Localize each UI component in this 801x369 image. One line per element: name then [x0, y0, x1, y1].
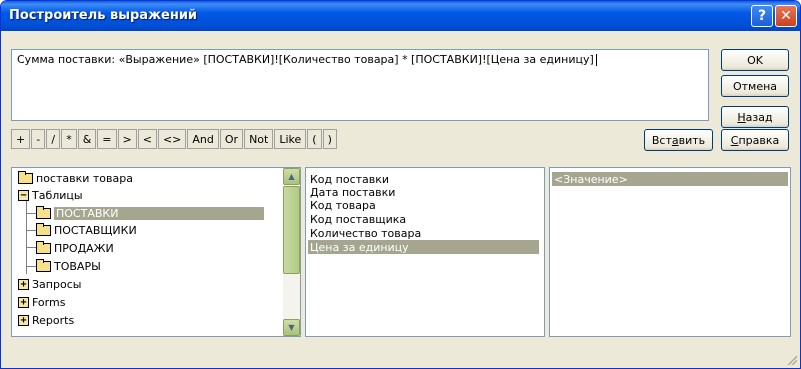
tree-item[interactable]: ТОВАРЫ	[36, 259, 101, 274]
close-icon: ✕	[780, 8, 792, 24]
tree-item[interactable]: ПРОДАЖИ	[36, 241, 114, 256]
tree-item[interactable]: + Forms	[18, 295, 65, 310]
folder-icon	[18, 171, 33, 184]
ok-label: OK	[747, 53, 763, 67]
operator-and-button[interactable]: And	[187, 129, 219, 149]
expand-icon[interactable]: +	[18, 297, 29, 308]
tree-item[interactable]: + Запросы	[18, 277, 81, 292]
list-item[interactable]: Код товара	[308, 198, 376, 212]
expression-input[interactable]: Сумма поставки: «Выражение» [ПОСТАВКИ]![…	[11, 49, 709, 121]
list-item-selected[interactable]: <Значение>	[552, 172, 788, 186]
list-item[interactable]: Количество товара	[308, 226, 421, 240]
operator-open-paren-button[interactable]: (	[307, 129, 322, 149]
ok-button[interactable]: OK	[721, 49, 789, 71]
tree-connector	[26, 247, 36, 248]
question-icon: ?	[757, 8, 767, 24]
tree-connector	[26, 230, 36, 231]
operator-plus-button[interactable]: +	[11, 129, 31, 149]
text-caret	[595, 54, 597, 66]
title-bar[interactable]: Построитель выражений ? ✕	[1, 1, 800, 31]
tree-item-selected[interactable]: ПОСТАВКИ	[36, 206, 264, 221]
help-button[interactable]: Справка	[721, 129, 789, 151]
tree-connector	[26, 213, 36, 214]
help-label: Справка	[730, 133, 780, 147]
back-button[interactable]: Назад	[721, 106, 789, 128]
list-item-selected[interactable]: Цена за единицу	[308, 240, 539, 254]
tree-item[interactable]: − Таблицы	[18, 188, 83, 203]
tree-item[interactable]: поставки товара	[18, 171, 133, 186]
operator-notequal-button[interactable]: <>	[157, 129, 187, 149]
expression-text: Сумма поставки: «Выражение» [ПОСТАВКИ]![…	[17, 53, 594, 66]
values-list[interactable]: <Значение>	[549, 167, 791, 337]
folder-icon	[36, 223, 51, 236]
operator-not-button[interactable]: Not	[244, 129, 274, 149]
operator-multiply-button[interactable]: *	[61, 129, 77, 149]
operator-like-button[interactable]: Like	[274, 129, 307, 149]
operator-equals-button[interactable]: =	[97, 129, 117, 149]
tree-item[interactable]: + Reports	[18, 313, 74, 328]
list-item[interactable]: Дата поставки	[308, 185, 395, 199]
paste-button[interactable]: Вставить	[644, 129, 713, 151]
list-item[interactable]: Код поставщика	[308, 212, 406, 226]
back-label: Назад	[737, 110, 773, 124]
tree-connector	[26, 266, 36, 267]
collapse-icon[interactable]: −	[18, 190, 29, 201]
operator-toolbar: + - / * & = > < <> And Or Not Like ( )	[11, 129, 338, 149]
object-tree[interactable]: поставки товара − Таблицы ПОСТАВКИ ПОСТА…	[11, 167, 301, 337]
paste-label: Вставить	[651, 133, 706, 147]
expression-builder-dialog: Построитель выражений ? ✕ Сумма поставки…	[0, 0, 801, 369]
operator-divide-button[interactable]: /	[46, 129, 61, 149]
tree-scrollbar[interactable]: ▲ ▼	[283, 168, 300, 336]
cancel-button[interactable]: Отмена	[721, 75, 789, 97]
operator-minus-button[interactable]: -	[31, 129, 46, 149]
cancel-label: Отмена	[732, 79, 778, 93]
window-title: Построитель выражений	[9, 8, 198, 23]
operator-or-button[interactable]: Or	[219, 129, 244, 149]
tree-connector	[26, 199, 27, 274]
operator-concat-button[interactable]: &	[77, 129, 97, 149]
operator-less-button[interactable]: <	[137, 129, 157, 149]
operator-greater-button[interactable]: >	[117, 129, 137, 149]
folder-icon	[36, 259, 51, 272]
expand-icon[interactable]: +	[18, 279, 29, 290]
operator-close-paren-button[interactable]: )	[322, 129, 337, 149]
folder-icon	[36, 241, 51, 254]
close-button[interactable]: ✕	[775, 5, 797, 27]
tree-item[interactable]: ПОСТАВЩИКИ	[36, 223, 137, 238]
expand-icon[interactable]: +	[18, 315, 29, 326]
open-folder-icon	[36, 206, 51, 219]
fields-list[interactable]: Код поставки Дата поставки Код товара Ко…	[305, 167, 545, 337]
help-title-button[interactable]: ?	[751, 5, 773, 27]
scroll-thumb[interactable]	[283, 186, 300, 274]
scroll-down-icon[interactable]: ▼	[283, 319, 300, 336]
list-item[interactable]: Код поставки	[308, 172, 389, 186]
scroll-up-icon[interactable]: ▲	[283, 168, 300, 185]
resize-grip[interactable]	[785, 353, 797, 365]
